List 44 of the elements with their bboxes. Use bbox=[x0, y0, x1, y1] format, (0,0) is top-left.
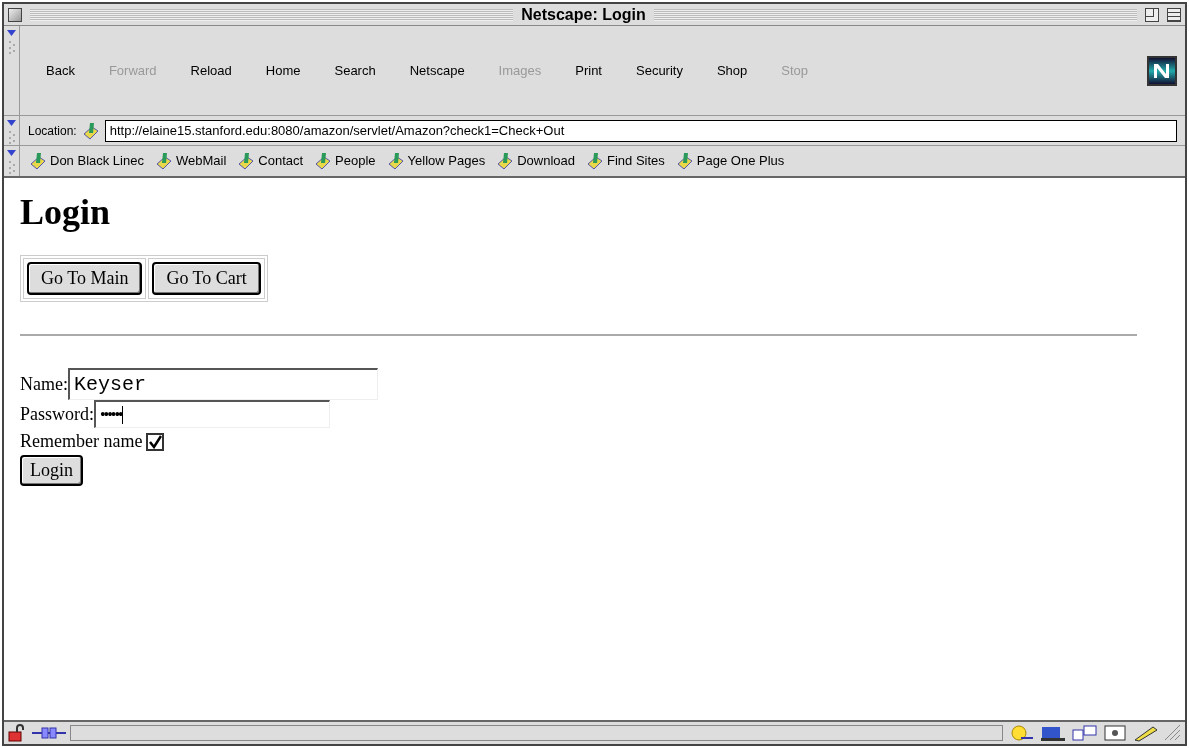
toolbar-button[interactable]: Back bbox=[36, 60, 85, 81]
drag-handle-icon[interactable] bbox=[8, 130, 15, 144]
name-label: Name: bbox=[20, 372, 68, 396]
nav-button[interactable]: Go To Main bbox=[27, 262, 143, 295]
url-field[interactable]: http://elaine15.stanford.edu:8080/amazon/servlet/Amazon?check1=Check+Out bbox=[104, 119, 1177, 142]
collapse-box[interactable] bbox=[1167, 7, 1181, 22]
bookmark-button[interactable]: Don Black Linec bbox=[28, 151, 144, 171]
bookmark-button[interactable]: WebMail bbox=[153, 151, 227, 171]
bookmark-button[interactable]: People bbox=[313, 151, 376, 171]
connection-plug-icon[interactable] bbox=[32, 726, 66, 740]
collapse-arrow-icon[interactable] bbox=[7, 150, 16, 156]
password-label: Password: bbox=[20, 402, 94, 426]
remember-label: Remember name bbox=[20, 430, 143, 453]
resize-grip-icon[interactable] bbox=[1165, 725, 1181, 741]
remember-checkbox[interactable] bbox=[146, 432, 165, 451]
toolbar-button[interactable]: Netscape bbox=[399, 60, 475, 81]
bookmark-button[interactable]: Download bbox=[495, 151, 575, 171]
bookmark-icon bbox=[585, 151, 605, 171]
chat-icon[interactable] bbox=[1071, 724, 1099, 742]
page-heading: Login bbox=[20, 191, 111, 234]
bookmark-button[interactable]: Find Sites bbox=[585, 151, 665, 171]
close-box[interactable] bbox=[8, 7, 22, 22]
toolbar-button[interactable]: Shop bbox=[706, 60, 758, 81]
toolbar-button[interactable]: Home bbox=[255, 60, 311, 81]
bookmark-button[interactable]: Page One Plus bbox=[674, 151, 785, 171]
login-button[interactable]: Login bbox=[20, 455, 83, 486]
toolbar-button[interactable]: Print bbox=[565, 60, 612, 81]
toolbar-button[interactable]: Reload bbox=[180, 60, 242, 81]
toolbar-button[interactable]: Search bbox=[324, 60, 386, 81]
password-field[interactable]: •••••• bbox=[94, 400, 330, 428]
location-label: Location: bbox=[28, 122, 77, 140]
zoom-box[interactable] bbox=[1145, 7, 1159, 22]
window-title: Netscape: Login bbox=[521, 4, 646, 25]
bookmark-button[interactable]: Yellow Pages bbox=[385, 151, 486, 171]
collapse-arrow-icon[interactable] bbox=[7, 30, 16, 36]
netscape-logo[interactable] bbox=[1147, 55, 1177, 86]
bookmark-icon bbox=[28, 151, 48, 171]
drag-handle-icon[interactable] bbox=[8, 40, 15, 54]
name-field[interactable]: Keyser bbox=[68, 368, 378, 400]
collapse-arrow-icon[interactable] bbox=[7, 120, 16, 126]
bookmark-button[interactable]: Contact bbox=[236, 151, 304, 171]
toolbar-button[interactable]: Security bbox=[626, 60, 693, 81]
nav-button[interactable]: Go To Cart bbox=[152, 262, 261, 295]
drag-handle-icon[interactable] bbox=[8, 160, 15, 174]
